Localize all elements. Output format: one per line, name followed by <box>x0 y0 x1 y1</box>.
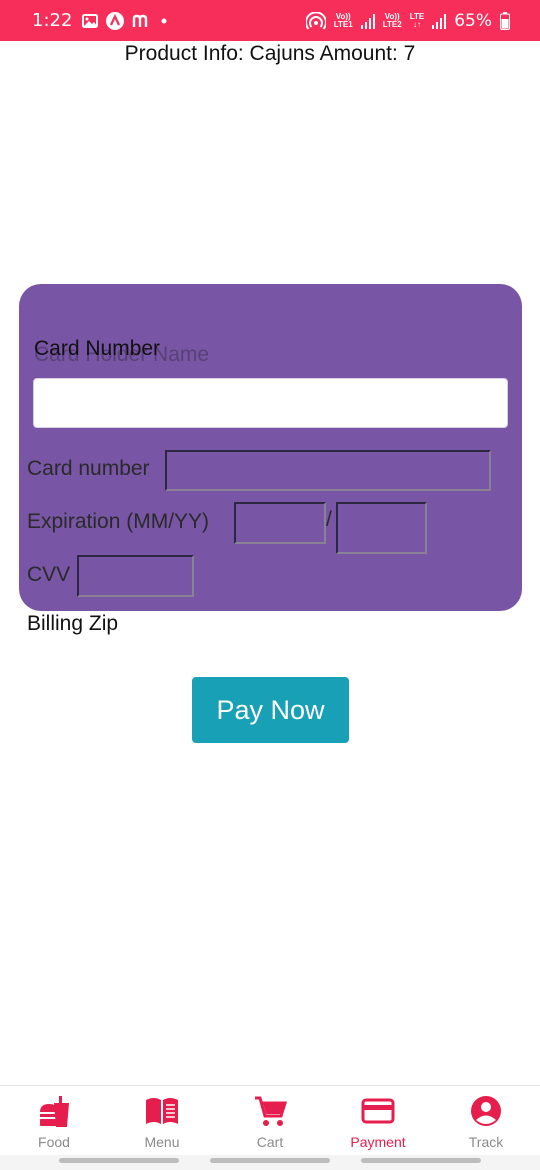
nav-item-payment[interactable]: Payment <box>324 1086 432 1155</box>
expiration-label: Expiration (MM/YY) <box>27 510 210 533</box>
credit-card-icon <box>360 1093 396 1129</box>
signal-icon <box>360 13 375 29</box>
sim1-label-bottom: LTE1 <box>333 19 353 29</box>
expiration-year-input[interactable] <box>336 502 427 554</box>
app-a-icon <box>106 11 125 30</box>
status-time: 1:22 <box>32 10 73 31</box>
battery-icon <box>500 11 510 30</box>
gesture-pill-right <box>361 1158 481 1163</box>
expiration-month-input[interactable] <box>234 502 326 544</box>
pay-now-button[interactable]: Pay Now <box>192 677 349 743</box>
card-number-input[interactable] <box>165 450 491 491</box>
notification-icons <box>82 11 168 30</box>
cvv-input[interactable] <box>77 555 194 597</box>
nav-item-track[interactable]: Track <box>432 1086 540 1155</box>
card-number-label: Card number <box>27 457 150 480</box>
nav-label-cart: Cart <box>256 1134 284 1150</box>
menu-book-icon <box>144 1093 180 1129</box>
cvv-label: CVV <box>27 563 71 586</box>
nav-label-payment: Payment <box>350 1134 406 1150</box>
nav-item-cart[interactable]: Cart <box>216 1086 324 1155</box>
gesture-pill-center <box>210 1158 330 1163</box>
account-circle-icon <box>468 1093 504 1129</box>
image-icon <box>82 13 99 28</box>
nav-item-food[interactable]: Food <box>0 1086 108 1155</box>
lte-label: LTE ↓↑ <box>410 12 425 29</box>
sim1-label: Vo)) LTE1 <box>333 12 353 29</box>
hotspot-icon <box>305 11 326 30</box>
dot-icon <box>160 17 168 25</box>
lte-label-bottom: ↓↑ <box>412 19 421 29</box>
bottom-navigation: Food Menu Cart Payment Track <box>0 1085 540 1155</box>
card-form-panel: Card Holder Name Card Number Card number… <box>19 284 522 611</box>
product-info: Product Info: Cajuns Amount: 7 <box>124 42 416 65</box>
nav-label-menu: Menu <box>144 1134 180 1150</box>
status-bar: 1:22 Vo)) LTE1 Vo)) LTE2 LTE ↓↑ 65% <box>0 0 540 41</box>
gesture-pill-left <box>59 1158 179 1163</box>
food-icon <box>36 1093 72 1129</box>
status-right: Vo)) LTE1 Vo)) LTE2 LTE ↓↑ 65% <box>305 10 510 31</box>
expiration-slash: / <box>326 508 332 531</box>
card-holder-name-input[interactable] <box>33 378 508 428</box>
battery-percent: 65% <box>454 10 492 31</box>
sim2-label-bottom: LTE2 <box>382 19 402 29</box>
status-left: 1:22 <box>32 10 168 31</box>
billing-zip-label: Billing Zip <box>27 612 119 635</box>
m-icon <box>132 14 152 28</box>
sim2-label: Vo)) LTE2 <box>382 12 402 29</box>
cart-icon <box>252 1093 288 1129</box>
nav-label-track: Track <box>468 1134 504 1150</box>
signal-icon <box>432 13 447 29</box>
gesture-bar <box>0 1155 540 1170</box>
card-number-heading: Card Number <box>34 337 161 360</box>
nav-item-menu[interactable]: Menu <box>108 1086 216 1155</box>
nav-label-food: Food <box>38 1134 70 1150</box>
